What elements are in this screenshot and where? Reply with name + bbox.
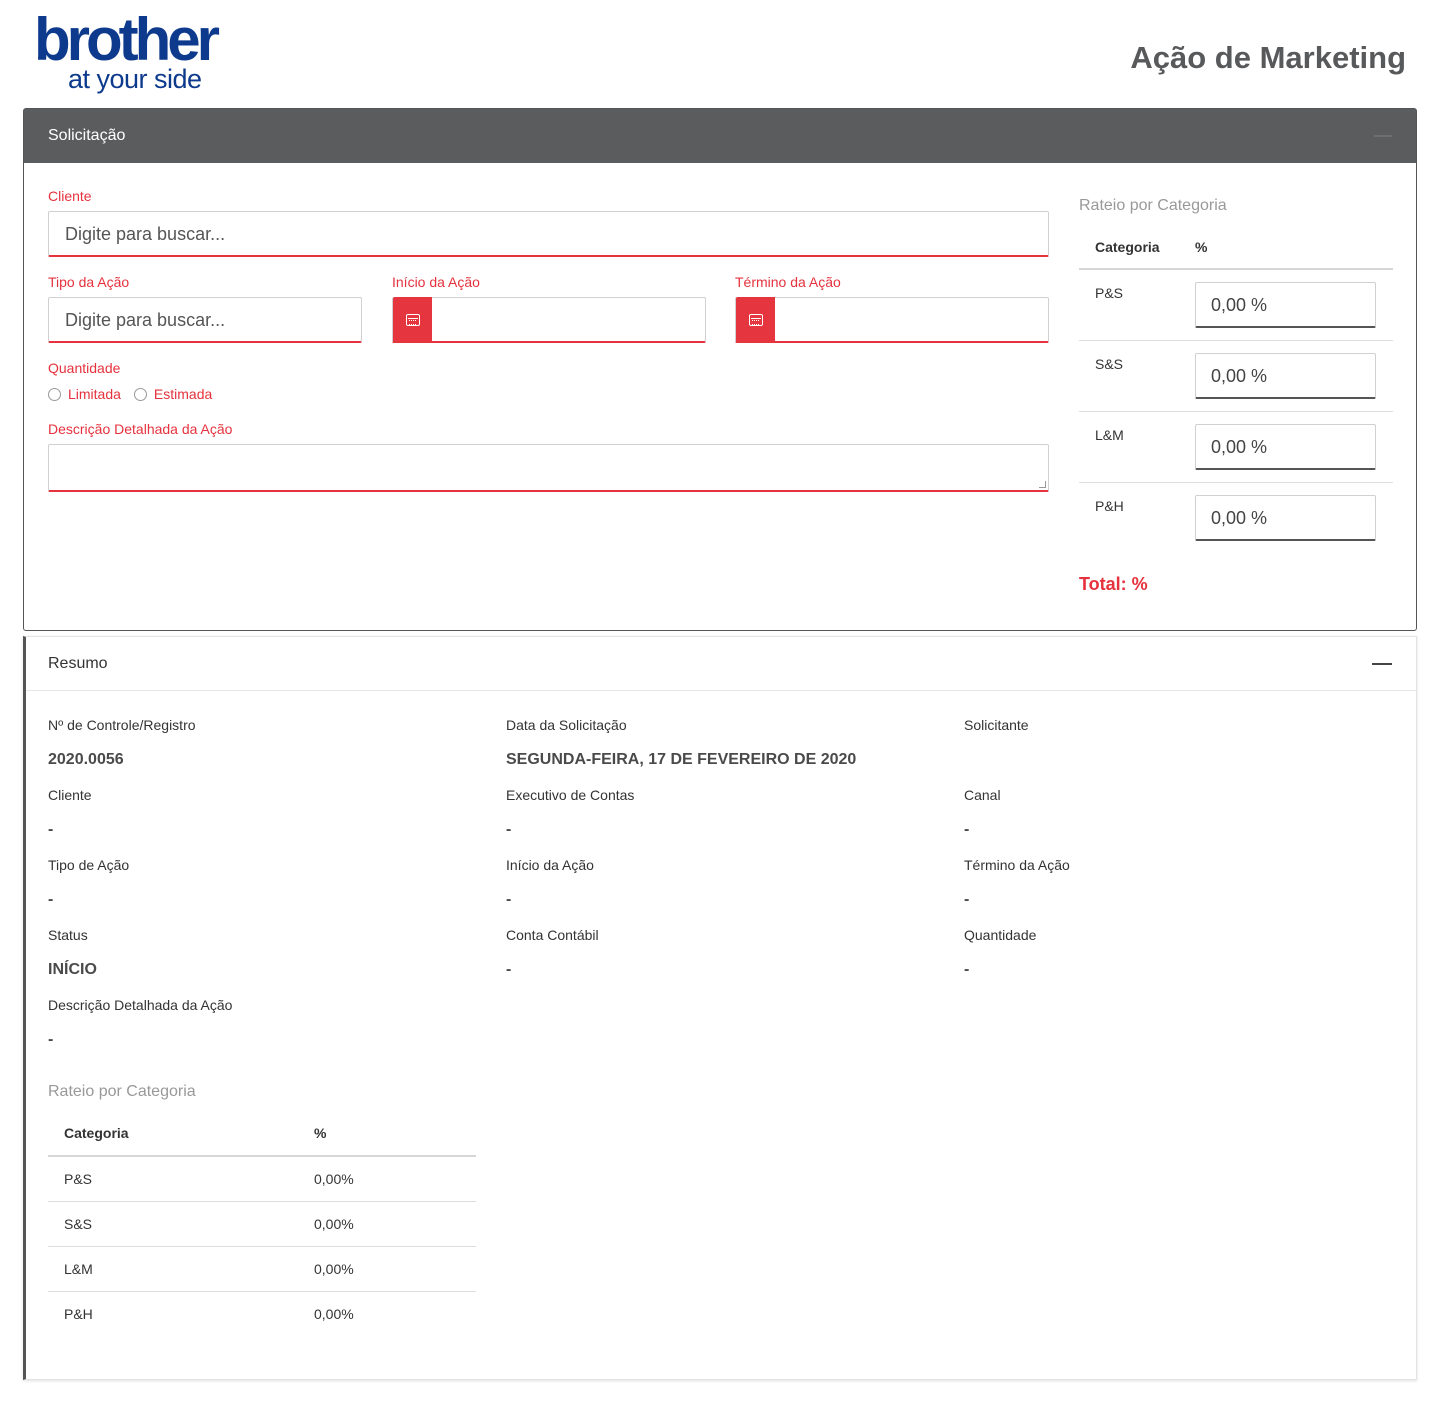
tipo-acao-placeholder: Digite para buscar...	[65, 310, 226, 330]
rateio-row-divider	[1079, 340, 1393, 341]
resumo-rateio-header-divider	[48, 1155, 476, 1157]
rateio-row-divider	[1079, 482, 1393, 483]
resumo-rateio-col-categoria: Categoria	[64, 1125, 129, 1141]
radio-circle[interactable]	[48, 387, 61, 401]
inicio-acao-input[interactable]	[392, 297, 706, 343]
resumo-header[interactable]: Resumo	[26, 637, 1416, 691]
radio-limitada[interactable]: Limitada	[48, 386, 121, 402]
brother-logo: brother at your side	[34, 10, 244, 98]
collapse-icon[interactable]	[1372, 662, 1392, 665]
resumo-rateio-pct: 0,00%	[314, 1306, 354, 1322]
tipo-acao-input[interactable]: Digite para buscar...	[48, 297, 362, 343]
calendar-icon	[748, 314, 763, 326]
rateio-pct-input[interactable]: 0,00 %	[1195, 353, 1376, 399]
resumo-label: Canal	[964, 787, 1001, 803]
solicitacao-title: Solicitação	[48, 127, 126, 144]
resumo-panel: Resumo Nº de Controle/Registro 2020.0056…	[23, 636, 1417, 1380]
resumo-rateio-pct: 0,00%	[314, 1216, 354, 1232]
resumo-rateio-pct: 0,00%	[314, 1261, 354, 1277]
collapse-icon[interactable]	[1374, 135, 1392, 137]
resumo-value: 2020.0056	[48, 751, 124, 768]
solicitacao-header[interactable]: Solicitação	[24, 109, 1416, 163]
resumo-rateio-cat: S&S	[64, 1216, 93, 1232]
rateio-title: Rateio por Categoria	[1079, 197, 1227, 214]
resumo-rateio-title: Rateio por Categoria	[48, 1083, 196, 1100]
cliente-placeholder: Digite para buscar...	[65, 224, 226, 244]
resumo-label: Término da Ação	[964, 857, 1070, 873]
resumo-label: Quantidade	[964, 927, 1037, 943]
rateio-total: Total: %	[1079, 574, 1148, 594]
descricao-textarea[interactable]	[48, 444, 1049, 492]
calendar-icon	[405, 314, 420, 326]
resumo-label: Tipo de Ação	[48, 857, 130, 873]
resumo-value: -	[48, 821, 54, 838]
logo-tagline: at your side	[68, 64, 202, 94]
rateio-row-cat: P&S	[1095, 285, 1124, 301]
resize-grip-icon[interactable]	[1039, 481, 1046, 488]
resumo-value: -	[506, 891, 512, 908]
resumo-label: Solicitante	[964, 717, 1029, 733]
cliente-label: Cliente	[48, 188, 92, 204]
resumo-label: Status	[48, 927, 88, 943]
resumo-label: Data da Solicitação	[506, 717, 627, 733]
rateio-col-categoria: Categoria	[1095, 239, 1160, 255]
rateio-col-pct: %	[1195, 239, 1208, 255]
termino-calendar-button[interactable]	[736, 297, 775, 343]
quantidade-radio-group: Limitada Estimada	[48, 386, 225, 402]
rateio-row-cat: P&H	[1095, 498, 1124, 514]
resumo-value: -	[506, 821, 512, 838]
radio-estimada[interactable]: Estimada	[133, 386, 213, 402]
rateio-pct-input[interactable]: 0,00 %	[1195, 495, 1376, 541]
radio-circle[interactable]	[133, 387, 147, 401]
solicitacao-panel: Solicitação Cliente Digite para buscar..…	[23, 108, 1417, 631]
resumo-value: -	[506, 961, 512, 978]
resumo-rateio-row-divider	[48, 1246, 476, 1247]
resumo-value: -	[48, 891, 54, 908]
resumo-rateio-col-pct: %	[314, 1125, 327, 1141]
resumo-value: -	[964, 821, 970, 838]
resumo-rateio-cat: L&M	[64, 1261, 93, 1277]
resumo-status-value: INÍCIO	[48, 961, 97, 978]
termino-acao-label: Término da Ação	[735, 274, 841, 290]
resumo-value: -	[964, 961, 970, 978]
resumo-rateio-row-divider	[48, 1291, 476, 1292]
resumo-label: Nº de Controle/Registro	[48, 717, 196, 733]
resumo-label: Conta Contábil	[506, 927, 599, 943]
resumo-value: SEGUNDA-FEIRA, 17 DE FEVEREIRO DE 2020	[506, 751, 857, 768]
rateio-pct-input[interactable]: 0,00 %	[1195, 424, 1376, 470]
resumo-rateio-cat: P&H	[64, 1306, 93, 1322]
resumo-rateio-row-divider	[48, 1201, 476, 1202]
resumo-rateio-pct: 0,00%	[314, 1171, 354, 1187]
cliente-input[interactable]: Digite para buscar...	[48, 211, 1049, 257]
logo-wordmark: brother	[34, 6, 220, 73]
resumo-label: Cliente	[48, 787, 92, 803]
resumo-label: Descrição Detalhada da Ação	[48, 997, 233, 1013]
inicio-acao-label: Início da Ação	[392, 274, 480, 290]
tipo-acao-label: Tipo da Ação	[48, 274, 130, 290]
rateio-row-cat: L&M	[1095, 427, 1124, 443]
page-title: Ação de Marketing	[1130, 40, 1406, 75]
rateio-row-divider	[1079, 411, 1393, 412]
resumo-label: Executivo de Contas	[506, 787, 635, 803]
resumo-title: Resumo	[48, 654, 108, 672]
resumo-rateio-cat: P&S	[64, 1171, 93, 1187]
quantidade-label: Quantidade	[48, 360, 121, 376]
termino-acao-input[interactable]	[735, 297, 1049, 343]
rateio-header-divider	[1079, 268, 1393, 270]
rateio-row-cat: S&S	[1095, 356, 1124, 372]
inicio-calendar-button[interactable]	[393, 297, 432, 343]
resumo-value: -	[48, 1031, 54, 1048]
resumo-value: -	[964, 891, 970, 908]
resumo-label: Início da Ação	[506, 857, 594, 873]
descricao-label: Descrição Detalhada da Ação	[48, 421, 233, 437]
radio-limitada-label: Limitada	[68, 386, 121, 402]
rateio-pct-input[interactable]: 0,00 %	[1195, 282, 1376, 328]
radio-estimada-label: Estimada	[153, 386, 213, 402]
